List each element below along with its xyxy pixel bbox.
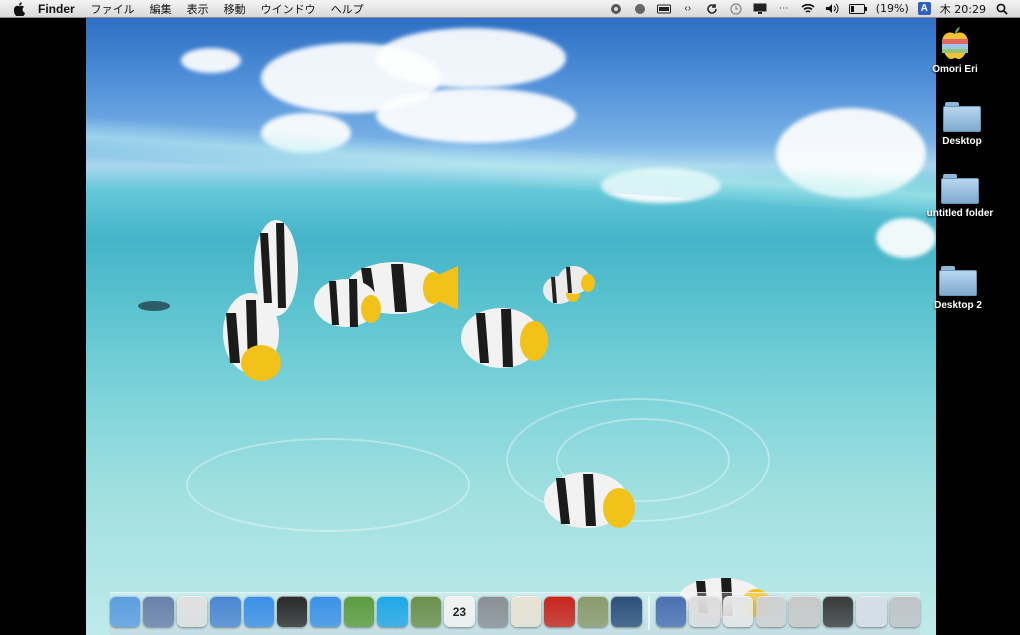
preview-icon[interactable]	[143, 596, 174, 633]
battery-icon[interactable]	[848, 3, 867, 15]
cloud	[376, 88, 576, 143]
folder-icon	[938, 262, 978, 296]
input-method-badge[interactable]: A	[917, 2, 931, 15]
desktop-icon-folder[interactable]: Desktop 2	[918, 262, 998, 311]
wifi-icon[interactable]	[801, 3, 815, 15]
desktop-icon-label: Omori Eri	[932, 64, 978, 75]
cloud	[181, 48, 241, 73]
color-wheel-icon[interactable]	[609, 3, 623, 15]
window-thumb-icon[interactable]	[789, 596, 820, 627]
running-indicator	[558, 630, 562, 633]
butterflyfish	[314, 279, 381, 327]
butterflyfish	[254, 220, 298, 316]
menu-file[interactable]: ファイル	[91, 1, 135, 17]
desktop-icon-home[interactable]: Omori Eri	[915, 26, 995, 75]
status-area: ‹› ⋯ (19%) A 木 20:29	[604, 0, 1014, 17]
butterflyfish	[461, 308, 548, 368]
desktop-icon-label: Desktop	[942, 136, 982, 147]
calendar-icon[interactable]: 23	[444, 596, 475, 627]
cloud	[876, 218, 936, 258]
window-thumb-icon[interactable]	[755, 596, 787, 627]
time-machine-icon[interactable]	[729, 2, 743, 15]
documents-stack-icon[interactable]	[655, 596, 687, 627]
menu-window[interactable]: ウインドウ	[261, 1, 316, 17]
skype-status-icon[interactable]	[633, 3, 647, 15]
desktop-icon-folder[interactable]: Desktop	[922, 98, 1002, 147]
menu-go[interactable]: 移動	[224, 1, 246, 17]
running-indicator	[157, 630, 161, 633]
user-apple-icon	[935, 26, 975, 60]
running-indicator	[190, 630, 194, 633]
itunes-icon[interactable]	[310, 596, 341, 627]
textedit-icon[interactable]	[511, 596, 542, 627]
volume-icon[interactable]	[825, 3, 839, 15]
memory-icon[interactable]	[656, 3, 671, 15]
menu-view[interactable]: 表示	[187, 1, 209, 17]
apple-menu-icon[interactable]	[14, 1, 30, 16]
app-store-icon[interactable]	[243, 596, 275, 627]
acrobat-icon[interactable]	[544, 596, 575, 633]
running-indicator	[123, 630, 127, 633]
utility-icon[interactable]	[577, 596, 609, 627]
evernote-icon[interactable]	[343, 596, 375, 633]
ripple	[186, 438, 470, 532]
fish-shadow	[138, 301, 170, 311]
window-thumb-icon[interactable]	[856, 596, 887, 627]
bluetooth-icon[interactable]: ⋯	[777, 3, 791, 15]
menu-bar: Finder ファイル 編集 表示 移動 ウインドウ ヘルプ ‹› ⋯ (19%…	[0, 0, 1020, 18]
cloud	[376, 28, 566, 88]
battery-percent[interactable]: (19%)	[876, 2, 909, 15]
finder-icon[interactable]	[109, 596, 141, 633]
butterflyfish	[544, 472, 635, 528]
dock: 23	[109, 592, 921, 635]
trash-icon[interactable]	[889, 596, 921, 627]
system-preferences-icon[interactable]	[477, 596, 509, 627]
window-thumb-icon[interactable]	[722, 596, 753, 627]
desktop-icon-folder[interactable]: untitled folder	[920, 170, 1000, 219]
dashboard-icon[interactable]	[277, 596, 308, 627]
spotlight-search-icon[interactable]	[995, 3, 1009, 15]
chrome-icon[interactable]	[176, 596, 208, 633]
dock-separator	[647, 596, 650, 630]
window-thumb-icon[interactable]	[689, 596, 720, 627]
desktop-wallpaper	[86, 18, 936, 635]
calendar-day: 23	[452, 604, 467, 619]
butterflyfish-small	[558, 266, 595, 294]
running-indicator	[625, 630, 629, 633]
code-icon[interactable]: ‹›	[681, 3, 695, 15]
folder-icon	[940, 170, 980, 204]
running-indicator	[357, 630, 361, 633]
menu-edit[interactable]: 編集	[150, 1, 172, 17]
clock[interactable]: 木 20:29	[940, 1, 986, 17]
display-icon[interactable]	[753, 3, 767, 15]
screen-icon[interactable]	[611, 596, 642, 633]
skype-icon[interactable]	[377, 596, 408, 633]
desktop-icon-label: untitled folder	[926, 208, 994, 219]
folder-icon	[942, 98, 982, 132]
desktop-icon-label: Desktop 2	[934, 300, 982, 311]
xcode-icon[interactable]	[210, 596, 241, 627]
window-thumb-icon[interactable]	[822, 596, 854, 627]
iphoto-icon[interactable]	[410, 596, 442, 627]
running-indicator	[391, 630, 395, 633]
sync-icon[interactable]	[705, 3, 719, 15]
app-name[interactable]: Finder	[38, 2, 75, 16]
menu-help[interactable]: ヘルプ	[331, 1, 364, 17]
